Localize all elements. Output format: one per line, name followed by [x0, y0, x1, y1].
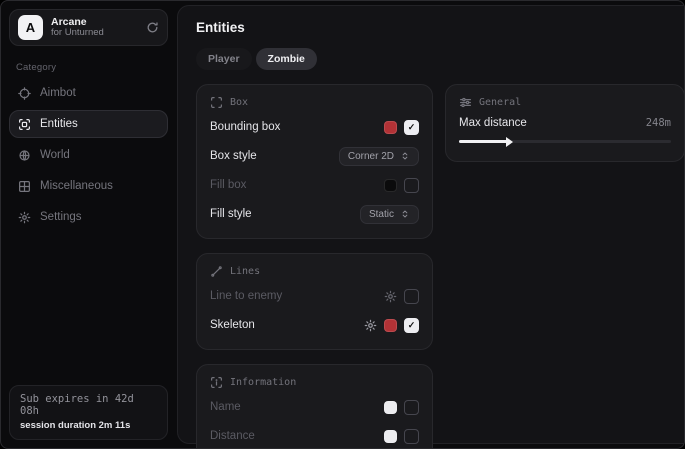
grid-icon — [18, 180, 31, 193]
page-title: Entities — [196, 20, 685, 35]
max-distance-value: 248m — [646, 117, 671, 129]
slider-thumb[interactable] — [506, 137, 513, 147]
box-card: Box Bounding box ✓ Box style Corner 2D Fill … — [196, 84, 433, 239]
sidebar-item-world[interactable]: World — [9, 141, 168, 169]
feature-label: Line to enemy — [210, 290, 282, 302]
feature-row: Skeleton ✓ — [210, 314, 419, 336]
feature-label: Bounding box — [210, 121, 280, 133]
general-card: General Max distance 248m — [445, 84, 685, 162]
crosshair-icon — [18, 87, 31, 100]
checkbox[interactable] — [404, 178, 419, 193]
main-panel: Entities PlayerZombie Box Bounding box✓B… — [177, 5, 685, 444]
globe-icon — [18, 149, 31, 162]
diagonal-line-icon — [210, 265, 223, 278]
sidebar-item-label: Aimbot — [40, 87, 76, 99]
sliders-icon — [459, 96, 472, 109]
session-duration-text: session duration 2m 11s — [20, 420, 157, 431]
sidebar-item-label: Miscellaneous — [40, 180, 113, 192]
dropdown-value: Corner 2D — [348, 151, 394, 162]
sidebar-item-miscellaneous[interactable]: Miscellaneous — [9, 172, 168, 200]
checkbox[interactable] — [404, 400, 419, 415]
feature-row: Fill style Static — [210, 203, 419, 225]
gear-icon — [18, 211, 31, 224]
feature-label: Box style — [210, 150, 257, 162]
card-title: Information — [230, 377, 296, 388]
checkbox[interactable] — [404, 289, 419, 304]
feature-label: Skeleton — [210, 319, 255, 331]
feature-row: Box style Corner 2D — [210, 145, 419, 167]
app-logo: A — [18, 15, 43, 40]
feature-row: Bounding box ✓ — [210, 116, 419, 138]
sub-expiry-text: Sub expires in 42d 08h — [20, 393, 157, 417]
checkbox[interactable]: ✓ — [404, 318, 419, 333]
lines-card: Lines Line to enemy Skeleton ✓ — [196, 253, 433, 350]
sidebar-item-label: Settings — [40, 211, 82, 223]
entity-tabs: PlayerZombie — [196, 48, 685, 70]
box-style-dropdown[interactable]: Corner 2D — [339, 147, 419, 166]
max-distance-slider[interactable] — [459, 134, 671, 148]
fill-style-dropdown[interactable]: Static — [360, 205, 419, 224]
chevrons-up-down-icon — [400, 151, 410, 161]
brand-card: A Arcane for Unturned — [9, 9, 168, 46]
scan-box-icon — [18, 118, 31, 131]
checkbox[interactable]: ✓ — [404, 120, 419, 135]
feature-label: Distance — [210, 430, 255, 442]
sidebar-item-settings[interactable]: Settings — [9, 203, 168, 231]
sidebar-item-entities[interactable]: Entities — [9, 110, 168, 138]
max-distance-label: Max distance — [459, 117, 527, 129]
slider-fill — [459, 140, 508, 143]
sidebar: A Arcane for Unturned Category Aimbot Ent… — [1, 1, 176, 448]
feature-row: Line to enemy — [210, 285, 419, 307]
card-title: General — [479, 97, 521, 108]
app-subtitle: for Unturned — [51, 28, 138, 39]
color-swatch[interactable] — [384, 121, 397, 134]
category-label: Category — [16, 62, 168, 73]
dropdown-value: Static — [369, 209, 394, 220]
feature-label: Fill style — [210, 208, 252, 220]
feature-row: Fill box — [210, 174, 419, 196]
sidebar-item-label: World — [40, 149, 70, 161]
gear-icon[interactable] — [384, 290, 397, 303]
feature-label: Name — [210, 401, 241, 413]
sidebar-nav: Aimbot Entities World Miscellaneous Settings — [9, 79, 168, 231]
feature-row: Distance — [210, 425, 419, 447]
color-swatch[interactable] — [384, 319, 397, 332]
chevrons-up-down-icon — [400, 209, 410, 219]
info-scan-icon — [210, 376, 223, 389]
checkbox[interactable] — [404, 429, 419, 444]
gear-icon[interactable] — [364, 319, 377, 332]
card-title: Box — [230, 97, 248, 108]
color-swatch[interactable] — [384, 430, 397, 443]
feature-label: Fill box — [210, 179, 246, 191]
sidebar-item-label: Entities — [40, 118, 78, 130]
color-swatch[interactable] — [384, 179, 397, 192]
feature-row: Name — [210, 396, 419, 418]
information-card: Information Name Distance — [196, 364, 433, 449]
scan-corners-icon — [210, 96, 223, 109]
color-swatch[interactable] — [384, 401, 397, 414]
app-window: A Arcane for Unturned Category Aimbot Ent… — [0, 0, 685, 449]
tab-zombie[interactable]: Zombie — [256, 48, 317, 70]
sync-icon[interactable] — [146, 21, 159, 34]
sidebar-item-aimbot[interactable]: Aimbot — [9, 79, 168, 107]
subscription-card: Sub expires in 42d 08h session duration … — [9, 385, 168, 440]
card-title: Lines — [230, 266, 260, 277]
tab-player[interactable]: Player — [196, 48, 252, 70]
